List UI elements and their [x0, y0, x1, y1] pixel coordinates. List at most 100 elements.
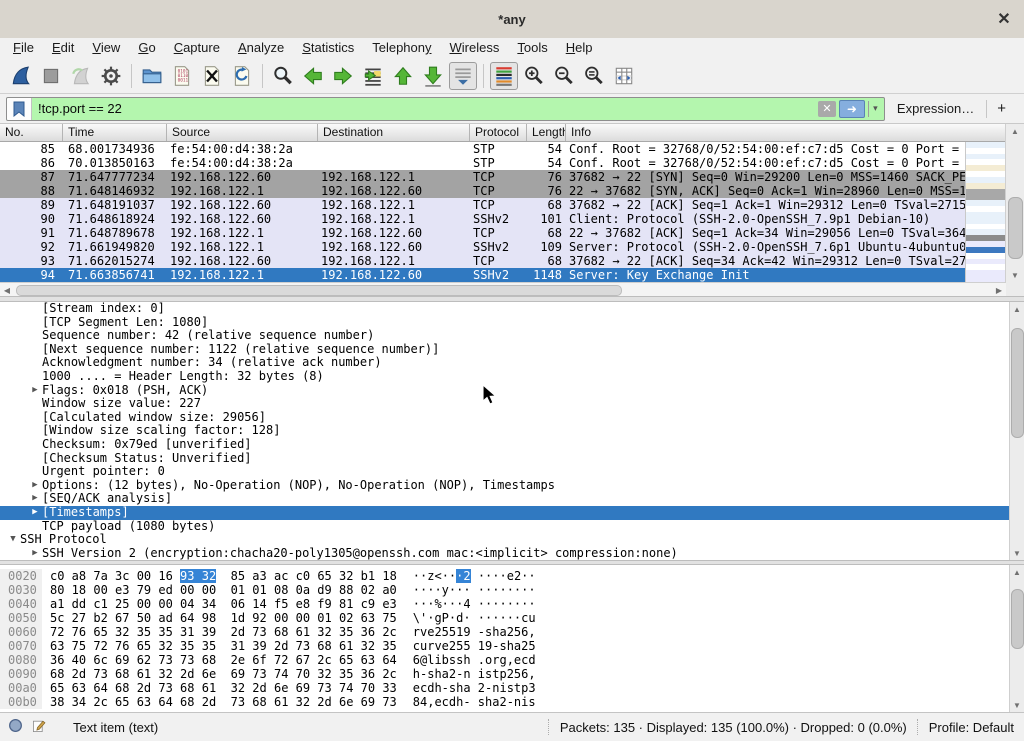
column-header-no[interactable]: No. [0, 124, 63, 141]
column-header-protocol[interactable]: Protocol [470, 124, 527, 141]
open-file-button[interactable] [138, 62, 166, 90]
packet-row-92[interactable]: 9271.661949820192.168.122.1192.168.122.6… [0, 240, 1006, 254]
vscroll-thumb[interactable] [1011, 589, 1024, 650]
filter-dropdown-icon[interactable]: ▾ [868, 101, 882, 117]
find-packet-button[interactable] [269, 62, 297, 90]
hex-bytes[interactable]: c0 a8 7a 3c 00 16 93 32 85 a3 ac c0 65 3… [50, 569, 397, 583]
zoom-in-button[interactable] [520, 62, 548, 90]
go-last-packet-button[interactable] [419, 62, 447, 90]
close-file-button[interactable] [198, 62, 226, 90]
expander-collapsed-icon[interactable]: ▶ [28, 506, 42, 520]
hex-ascii[interactable]: curve255 19-sha25 [413, 639, 536, 653]
stop-capture-button[interactable] [37, 62, 65, 90]
detail-line[interactable]: [Checksum Status: Unverified] [0, 452, 1024, 466]
hex-row-0040[interactable]: 0040a1 dd c1 25 00 00 04 34 06 14 f5 e8 … [0, 597, 1024, 611]
hex-ascii[interactable]: ··z<···2 ····e2·· [413, 569, 536, 583]
packet-row-93[interactable]: 9371.662015274192.168.122.60192.168.122.… [0, 254, 1006, 268]
expander-collapsed-icon[interactable]: ▶ [28, 479, 42, 493]
hex-bytes[interactable]: 5c 27 b2 67 50 ad 64 98 1d 92 00 00 01 0… [50, 611, 397, 625]
close-window-icon[interactable]: ✕ [994, 9, 1014, 29]
detail-line[interactable]: ▶[SEQ/ACK analysis] [0, 492, 1024, 506]
packet-row-86[interactable]: 8670.013850163fe:54:00:d4:38:2aSTP54Conf… [0, 156, 1006, 170]
detail-line[interactable]: Urgent pointer: 0 [0, 465, 1024, 479]
detail-line[interactable]: [Stream index: 0] [0, 302, 1024, 316]
packet-list-vscrollbar[interactable]: ▲ ▼ [1005, 124, 1024, 282]
hex-bytes[interactable]: 72 76 65 32 35 35 31 39 2d 73 68 61 32 3… [50, 625, 397, 639]
go-back-button[interactable] [299, 62, 327, 90]
go-first-packet-button[interactable] [389, 62, 417, 90]
menu-capture[interactable]: Capture [165, 38, 229, 58]
detail-line[interactable]: Checksum: 0x79ed [unverified] [0, 438, 1024, 452]
packet-row-94[interactable]: 9471.663856741192.168.122.1192.168.122.6… [0, 268, 1006, 282]
detail-line[interactable]: [Next sequence number: 1122 (relative se… [0, 343, 1024, 357]
column-header-info[interactable]: Info [566, 124, 1006, 141]
filter-clear-icon[interactable]: ✕ [818, 101, 836, 117]
status-profile[interactable]: Profile: Default [929, 720, 1024, 735]
zoom-100-button[interactable] [580, 62, 608, 90]
hex-row-00b0[interactable]: 00b038 34 2c 65 63 64 68 2d 73 68 61 32 … [0, 695, 1024, 709]
menu-help[interactable]: Help [557, 38, 602, 58]
expander-collapsed-icon[interactable]: ▶ [28, 547, 42, 560]
display-filter-field[interactable]: !tcp.port == 22 ✕ ➜ ▾ [6, 97, 885, 121]
packet-row-87[interactable]: 8771.647777234192.168.122.60192.168.122.… [0, 170, 1006, 184]
go-forward-button[interactable] [329, 62, 357, 90]
reload-file-button[interactable] [228, 62, 256, 90]
hex-ascii[interactable]: ···%···4 ········ [413, 597, 536, 611]
detail-line[interactable]: [TCP Segment Len: 1080] [0, 316, 1024, 330]
hex-ascii[interactable]: ····y··· ········ [413, 583, 536, 597]
packet-row-85[interactable]: 8568.001734936fe:54:00:d4:38:2aSTP54Conf… [0, 142, 1006, 156]
scroll-up-icon[interactable]: ▲ [1006, 124, 1024, 138]
add-filter-button[interactable]: + [987, 100, 1018, 117]
packet-row-89[interactable]: 8971.648191037192.168.122.60192.168.122.… [0, 198, 1006, 212]
detail-line[interactable]: Acknowledgment number: 34 (relative ack … [0, 356, 1024, 370]
hex-bytes[interactable]: 38 34 2c 65 63 64 68 2d 73 68 61 32 2d 6… [50, 695, 397, 709]
menu-go[interactable]: Go [129, 38, 164, 58]
hex-ascii[interactable]: 84,ecdh- sha2-nis [413, 695, 536, 709]
detail-line[interactable]: ▼SSH Protocol [0, 533, 1024, 547]
hscroll-thumb[interactable] [16, 285, 622, 296]
restart-capture-button[interactable] [67, 62, 95, 90]
menu-wireless[interactable]: Wireless [441, 38, 509, 58]
bytes-vscrollbar[interactable]: ▲ ▼ [1009, 565, 1024, 712]
scroll-up-icon[interactable]: ▲ [1010, 302, 1024, 316]
detail-line[interactable]: 1000 .... = Header Length: 32 bytes (8) [0, 370, 1024, 384]
capture-comment-icon[interactable] [31, 718, 47, 737]
detail-line[interactable]: ▶Flags: 0x018 (PSH, ACK) [0, 384, 1024, 398]
capture-options-button[interactable] [97, 62, 125, 90]
filter-apply-icon[interactable]: ➜ [839, 100, 865, 118]
zoom-out-button[interactable] [550, 62, 578, 90]
menu-view[interactable]: View [83, 38, 129, 58]
menu-file[interactable]: File [4, 38, 43, 58]
hex-row-0090[interactable]: 009068 2d 73 68 61 32 2d 6e 69 73 74 70 … [0, 667, 1024, 681]
hex-row-0060[interactable]: 006072 76 65 32 35 35 31 39 2d 73 68 61 … [0, 625, 1024, 639]
scroll-down-icon[interactable]: ▼ [1010, 546, 1024, 560]
resize-columns-button[interactable] [610, 62, 638, 90]
hex-ascii[interactable]: 6@libssh .org,ecd [413, 653, 536, 667]
menu-analyze[interactable]: Analyze [229, 38, 293, 58]
detail-line[interactable]: ▶[Timestamps] [0, 506, 1024, 520]
vscroll-thumb[interactable] [1011, 328, 1024, 438]
scroll-down-icon[interactable]: ▼ [1006, 268, 1024, 282]
detail-line[interactable]: [Calculated window size: 29056] [0, 411, 1024, 425]
colorize-packets-button[interactable] [490, 62, 518, 90]
scroll-up-icon[interactable]: ▲ [1010, 565, 1024, 579]
hex-ascii[interactable]: \'·gP·d· ······cu [413, 611, 536, 625]
filter-bookmark-icon[interactable] [7, 98, 32, 120]
menu-telephony[interactable]: Telephony [363, 38, 440, 58]
detail-line[interactable]: Sequence number: 42 (relative sequence n… [0, 329, 1024, 343]
packet-list-header[interactable]: No.TimeSourceDestinationProtocolLengthIn… [0, 124, 1006, 142]
column-header-length[interactable]: Length [527, 124, 566, 141]
hex-row-0020[interactable]: 0020c0 a8 7a 3c 00 16 93 32 85 a3 ac c0 … [0, 569, 1024, 583]
packet-row-90[interactable]: 9071.648618924192.168.122.60192.168.122.… [0, 212, 1006, 226]
title-bar[interactable]: *any ✕ [0, 0, 1024, 39]
hex-bytes[interactable]: 65 63 64 68 2d 73 68 61 32 2d 6e 69 73 7… [50, 681, 397, 695]
scroll-left-icon[interactable]: ◀ [0, 283, 14, 297]
detail-line[interactable]: ▶SSH Version 2 (encryption:chacha20-poly… [0, 547, 1024, 560]
hex-row-00a0[interactable]: 00a065 63 64 68 2d 73 68 61 32 2d 6e 69 … [0, 681, 1024, 695]
detail-line[interactable]: ▶Options: (12 bytes), No-Operation (NOP)… [0, 479, 1024, 493]
hex-row-0030[interactable]: 003080 18 00 e3 79 ed 00 00 01 01 08 0a … [0, 583, 1024, 597]
menu-statistics[interactable]: Statistics [293, 38, 363, 58]
hex-bytes[interactable]: 63 75 72 76 65 32 35 35 31 39 2d 73 68 6… [50, 639, 397, 653]
hex-bytes[interactable]: a1 dd c1 25 00 00 04 34 06 14 f5 e8 f9 8… [50, 597, 397, 611]
packet-row-88[interactable]: 8871.648146932192.168.122.1192.168.122.6… [0, 184, 1006, 198]
